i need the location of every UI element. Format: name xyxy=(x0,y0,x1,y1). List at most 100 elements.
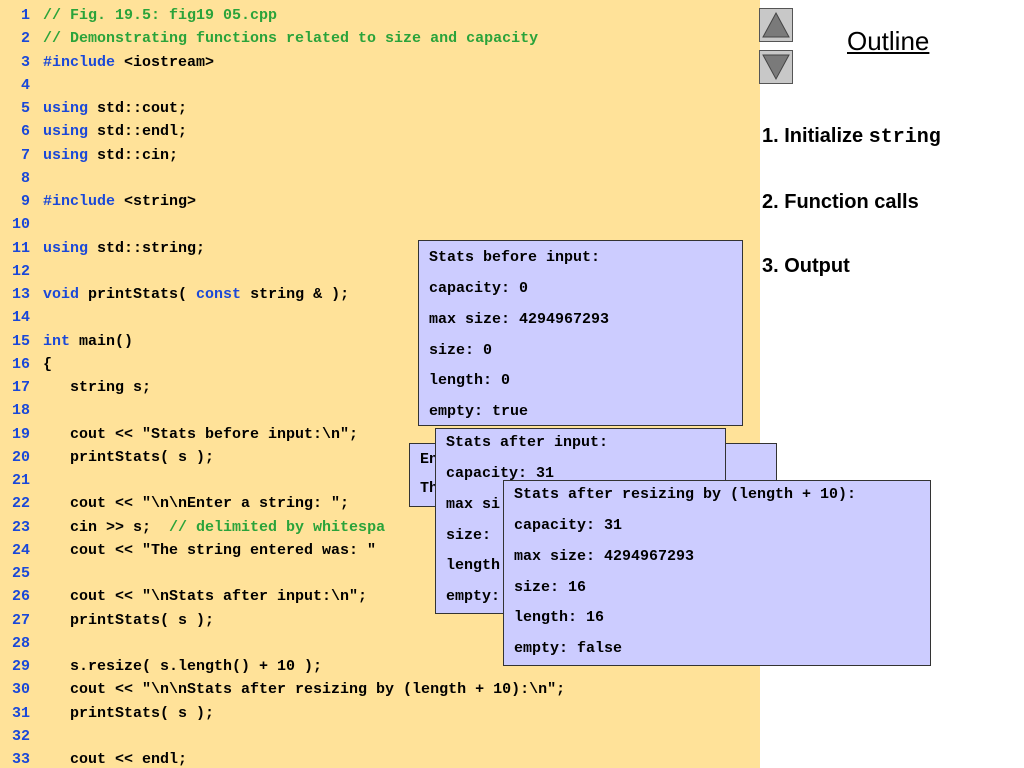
code-text: printStats( s ); xyxy=(43,609,214,632)
line-number: 25 xyxy=(11,565,30,582)
code-text: using std::endl; xyxy=(43,120,187,143)
line-number: 32 xyxy=(11,727,30,745)
output-line: length: 0 xyxy=(429,372,511,389)
line-number: 2 xyxy=(20,30,30,48)
output-line: empty: xyxy=(446,588,501,605)
code-text: cout << "\n\nEnter a string: "; xyxy=(43,492,349,515)
code-token: string & ); xyxy=(241,286,350,303)
outline-item-initialize[interactable]: 1. Initialize string xyxy=(762,125,941,149)
line-number: 33 xyxy=(11,751,30,768)
code-token: cout << endl; xyxy=(43,751,188,768)
line-number: 1 xyxy=(20,7,30,24)
code-text: cout << "The string entered was: " xyxy=(43,539,376,562)
line-number: 17 xyxy=(11,379,30,396)
line-number: 24 xyxy=(11,541,30,559)
code-text: { xyxy=(43,353,52,376)
output-line: Stats before input: xyxy=(429,249,601,266)
code-token: string s; xyxy=(43,379,152,396)
outline-item-function-calls[interactable]: 2. Function calls xyxy=(762,191,919,214)
line-number: 8 xyxy=(20,169,30,187)
code-text: printStats( s ); xyxy=(43,446,214,469)
code-token: std::cin; xyxy=(88,146,179,164)
keyword-token: int xyxy=(43,332,71,350)
line-number: 6 xyxy=(20,123,30,141)
keyword-token: #include xyxy=(43,53,116,71)
line-number: 30 xyxy=(11,681,30,699)
output-line: capacity: 31 xyxy=(514,517,623,534)
code-token: printStats( s ); xyxy=(43,448,215,466)
outline-item-label: 1. Initialize xyxy=(762,125,869,147)
keyword-token: void xyxy=(43,286,80,303)
line-number: 11 xyxy=(11,239,30,257)
triangle-down-icon xyxy=(762,54,790,81)
output-line: capacity: 0 xyxy=(429,280,529,297)
line-number: 29 xyxy=(11,658,30,675)
code-text: #include <iostream> xyxy=(43,51,214,74)
code-token: { xyxy=(43,355,53,373)
code-text: // Demonstrating functions related to si… xyxy=(43,27,538,50)
code-text: cout << endl; xyxy=(43,748,187,768)
outline-item-label: 2. Function calls xyxy=(762,191,919,213)
code-token: s.resize( s.length() + 10 ); xyxy=(43,658,323,675)
line-number: 19 xyxy=(11,425,30,443)
output-after-resize: Stats after resizing by (length + 10): ca… xyxy=(503,480,931,666)
output-line: Stats after resizing by (length + 10): xyxy=(514,486,857,503)
triangle-up-icon xyxy=(762,11,790,38)
keyword-token: using xyxy=(43,146,89,164)
output-line: max si xyxy=(446,496,501,513)
code-token: <iostream> xyxy=(115,53,215,71)
output-line: size: 16 xyxy=(514,579,587,596)
line-number: 28 xyxy=(11,634,30,652)
line-number: 23 xyxy=(11,518,30,536)
line-number: 7 xyxy=(20,146,30,164)
keyword-token: using xyxy=(43,123,89,141)
comment-token: // Demonstrating functions related to si… xyxy=(43,30,539,48)
code-text: cout << "\n\nStats after resizing by (le… xyxy=(43,678,565,701)
code-token: std::cout; xyxy=(88,100,188,117)
output-line: max size: 4294967293 xyxy=(429,311,610,328)
outline-item-code: string xyxy=(868,126,941,149)
previous-slide-button[interactable] xyxy=(759,8,793,42)
keyword-token: const xyxy=(196,286,242,303)
code-token: std::endl; xyxy=(88,123,188,141)
line-number: 26 xyxy=(11,588,30,606)
outline-item-output[interactable]: 3. Output xyxy=(762,255,850,278)
output-line: length xyxy=(446,557,501,574)
code-token: cin >> s; xyxy=(43,518,170,536)
code-token: cout << "\n\nStats after resizing by (le… xyxy=(43,681,566,699)
code-text: printStats( s ); xyxy=(43,702,214,725)
line-number: 22 xyxy=(11,495,30,513)
code-text: string s; xyxy=(43,376,151,399)
output-line: size: 0 xyxy=(429,342,493,359)
code-text: cout << "\nStats after input:\n"; xyxy=(43,585,367,608)
output-line: Stats after input: xyxy=(446,434,609,451)
keyword-token: using xyxy=(43,100,89,117)
code-token: <string> xyxy=(115,193,197,210)
line-number: 18 xyxy=(11,402,30,420)
code-token: main() xyxy=(70,332,134,350)
line-number: 21 xyxy=(11,472,30,489)
outline-title[interactable]: Outline xyxy=(847,26,929,57)
line-number: 13 xyxy=(11,286,30,303)
code-token: printStats( s ); xyxy=(43,704,215,722)
code-token: cout << "\nStats after input:\n"; xyxy=(43,588,368,606)
code-token: printStats( xyxy=(79,286,197,303)
code-text: #include <string> xyxy=(43,190,196,213)
keyword-token: using xyxy=(43,239,89,257)
next-slide-button[interactable] xyxy=(759,50,793,84)
code-token: cout << "\n\nEnter a string: "; xyxy=(43,495,350,513)
code-text: cout << "Stats before input:\n"; xyxy=(43,423,358,446)
line-number: 15 xyxy=(11,332,30,350)
code-token: cout << "The string entered was: " xyxy=(43,541,377,559)
comment-token: // delimited by whitespa xyxy=(169,518,386,536)
line-number: 4 xyxy=(20,76,30,94)
code-text: using std::cout; xyxy=(43,97,187,120)
line-number: 31 xyxy=(11,704,30,722)
outline-item-label: 3. Output xyxy=(762,255,850,277)
line-number: 9 xyxy=(20,193,30,210)
line-number: 16 xyxy=(11,355,30,373)
comment-token: // Fig. 19.5: fig19 05.cpp xyxy=(43,7,278,24)
output-line: empty: false xyxy=(514,640,623,657)
line-number: 5 xyxy=(20,100,30,117)
output-line: empty: true xyxy=(429,403,529,420)
